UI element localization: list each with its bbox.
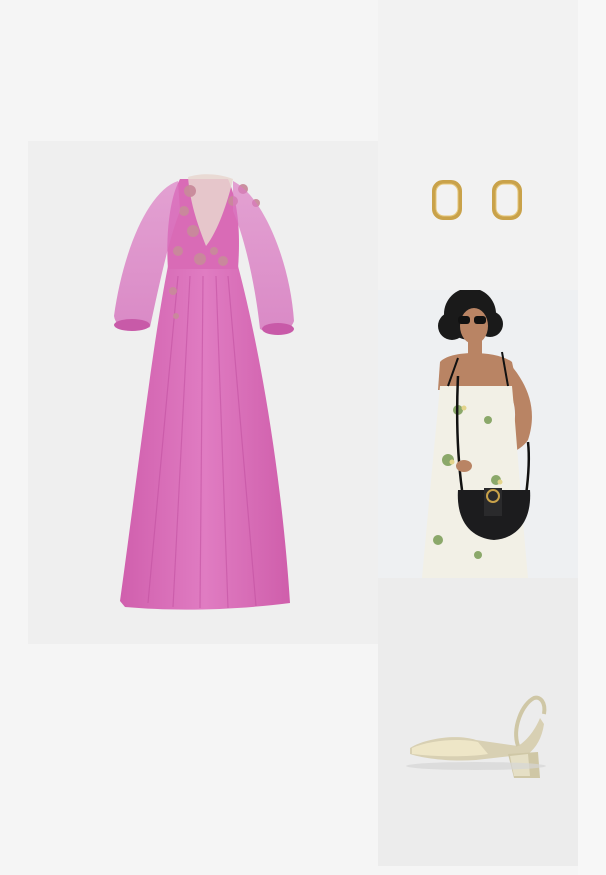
shoes-image bbox=[406, 695, 547, 778]
dress-panel bbox=[0, 0, 378, 875]
earrings-image bbox=[432, 180, 522, 220]
dress-product-card[interactable] bbox=[28, 141, 378, 644]
dress-image bbox=[114, 174, 294, 610]
bag-panel[interactable] bbox=[378, 290, 578, 578]
bag-model-image bbox=[422, 290, 532, 578]
shoes-panel[interactable] bbox=[378, 578, 578, 866]
earrings-panel[interactable] bbox=[378, 0, 578, 290]
right-gutter bbox=[578, 0, 606, 875]
